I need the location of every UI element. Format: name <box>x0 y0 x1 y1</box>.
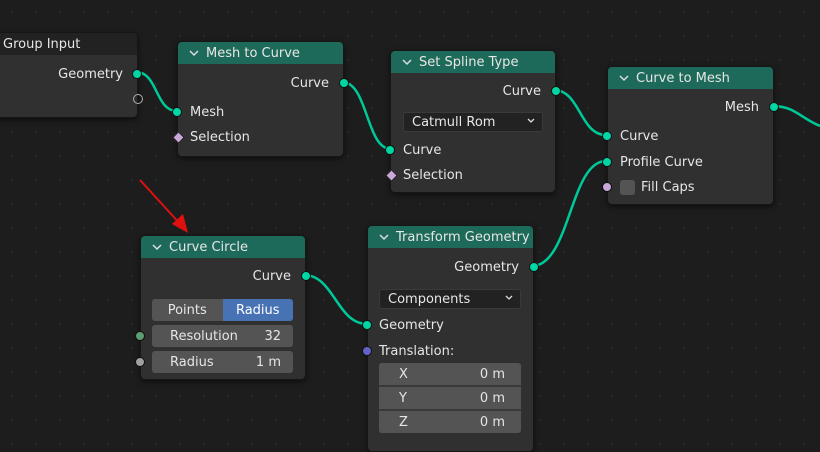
y-label: Y <box>399 390 407 406</box>
chevron-down-icon <box>504 292 514 307</box>
output-mesh-socket[interactable] <box>769 102 779 112</box>
input-curve-socket[interactable] <box>385 145 395 155</box>
node-curve-circle[interactable]: Curve Circle Curve Points Radius Resolut… <box>135 235 311 380</box>
node-title: Curve Circle <box>169 239 248 255</box>
mode-toggle[interactable]: Points Radius <box>152 299 293 321</box>
translation-label: Translation: <box>379 343 455 359</box>
resolution-label: Resolution <box>170 328 238 344</box>
chevron-down-icon[interactable] <box>401 56 413 68</box>
transform-mode-dropdown[interactable]: Components <box>379 289 521 309</box>
node-header[interactable]: Curve to Mesh <box>608 67 773 89</box>
input-curve-label: Curve <box>620 128 659 144</box>
output-curve-label: Curve <box>290 75 329 91</box>
fill-caps-checkbox[interactable] <box>620 179 635 195</box>
output-curve-socket[interactable] <box>551 86 561 96</box>
node-title: Curve to Mesh <box>636 70 730 86</box>
radius-label: Radius <box>170 354 214 370</box>
input-curve-label: Curve <box>403 142 442 158</box>
input-selection-label: Selection <box>403 167 463 183</box>
node-header[interactable]: Transform Geometry <box>368 226 533 248</box>
transform-mode-value: Components <box>388 291 471 307</box>
node-title: Set Spline Type <box>419 54 519 70</box>
node-header[interactable]: Mesh to Curve <box>178 42 343 64</box>
input-selection-label: Selection <box>190 129 250 145</box>
x-label: X <box>399 366 408 382</box>
fill-caps-checkbox-row[interactable]: Fill Caps <box>620 177 695 197</box>
node-header[interactable]: Curve Circle <box>141 236 305 258</box>
output-curve-label: Curve <box>252 268 291 284</box>
y-value: 0 m <box>479 390 505 406</box>
z-label: Z <box>399 414 408 430</box>
output-geometry-socket[interactable] <box>529 262 539 272</box>
node-group-input[interactable]: Group Input Geometry <box>0 32 143 118</box>
translation-z-field[interactable]: Z 0 m <box>379 411 521 433</box>
input-geometry-socket[interactable] <box>362 320 372 330</box>
input-selection-socket[interactable] <box>172 131 185 144</box>
resolution-field[interactable]: Resolution 32 <box>152 325 293 347</box>
output-geometry-socket[interactable] <box>132 69 142 79</box>
output-curve-socket[interactable] <box>339 78 349 88</box>
node-mesh-to-curve[interactable]: Mesh to Curve Curve Mesh Selection <box>172 41 349 157</box>
node-header[interactable]: Group Input <box>0 33 137 55</box>
chevron-down-icon[interactable] <box>378 231 390 243</box>
node-transform-geometry[interactable]: Transform Geometry Geometry Components G… <box>362 225 539 452</box>
empty-output-socket[interactable] <box>133 94 143 104</box>
annotation-arrow-icon <box>139 179 188 233</box>
chevron-down-icon <box>526 115 536 130</box>
x-value: 0 m <box>479 366 505 382</box>
mode-radius-button[interactable]: Radius <box>222 299 293 321</box>
z-value: 0 m <box>479 414 505 430</box>
input-selection-socket[interactable] <box>385 169 398 182</box>
node-title: Group Input <box>3 36 81 52</box>
fill-caps-label: Fill Caps <box>641 179 695 195</box>
node-header[interactable]: Set Spline Type <box>391 51 555 73</box>
node-title: Mesh to Curve <box>206 45 300 61</box>
output-mesh-label: Mesh <box>724 99 759 115</box>
input-geometry-label: Geometry <box>379 317 444 333</box>
input-profile-curve-socket[interactable] <box>602 157 612 167</box>
radius-value: 1 m <box>255 354 281 370</box>
translation-y-field[interactable]: Y 0 m <box>379 387 521 409</box>
node-set-spline-type[interactable]: Set Spline Type Curve Catmull Rom Curve … <box>385 50 561 193</box>
translation-x-field[interactable]: X 0 m <box>379 363 521 385</box>
input-curve-socket[interactable] <box>602 131 612 141</box>
input-radius-socket[interactable] <box>135 357 145 367</box>
output-curve-socket[interactable] <box>301 271 311 281</box>
mode-points-button[interactable]: Points <box>152 299 223 321</box>
output-curve-label: Curve <box>502 83 541 99</box>
input-resolution-socket[interactable] <box>135 331 145 341</box>
spline-type-value: Catmull Rom <box>412 114 496 130</box>
node-curve-to-mesh[interactable]: Curve to Mesh Mesh Curve Profile Curve F… <box>602 66 779 205</box>
radius-field[interactable]: Radius 1 m <box>152 351 293 373</box>
chevron-down-icon[interactable] <box>618 72 630 84</box>
input-mesh-label: Mesh <box>190 104 225 120</box>
output-geometry-label: Geometry <box>58 66 123 82</box>
input-fill-caps-socket[interactable] <box>602 182 612 192</box>
output-geometry-label: Geometry <box>454 259 519 275</box>
translation-vector[interactable]: X 0 m Y 0 m Z 0 m <box>379 363 521 433</box>
input-profile-curve-label: Profile Curve <box>620 154 703 170</box>
chevron-down-icon[interactable] <box>188 47 200 59</box>
input-mesh-socket[interactable] <box>172 107 182 117</box>
input-translation-socket[interactable] <box>362 346 372 356</box>
chevron-down-icon[interactable] <box>151 241 163 253</box>
node-title: Transform Geometry <box>396 229 530 245</box>
spline-type-dropdown[interactable]: Catmull Rom <box>403 112 543 132</box>
resolution-value: 32 <box>264 328 281 344</box>
